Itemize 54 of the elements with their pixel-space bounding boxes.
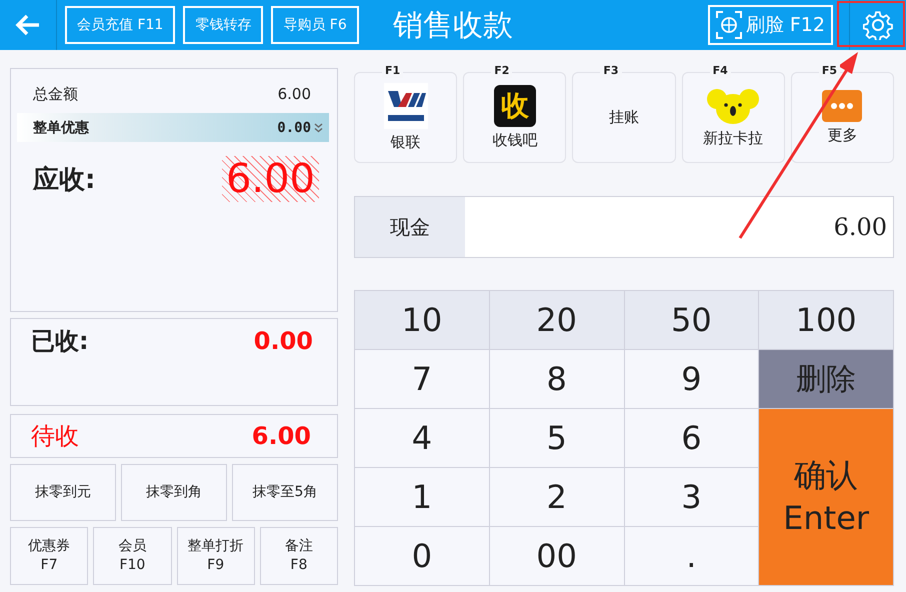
keypad-key[interactable]: 9 — [624, 350, 760, 409]
pending-label: 待收 — [31, 421, 79, 452]
app-logo-icon: 收 — [494, 85, 536, 127]
function-button[interactable]: 备注 F8 — [260, 527, 338, 585]
keypad-key[interactable]: 3 — [624, 468, 760, 527]
highlight-box — [837, 1, 905, 47]
total-value: 6.00 — [278, 85, 311, 103]
discount-value: 0.00 — [277, 120, 311, 136]
function-button[interactable]: 会员 F10 — [93, 527, 172, 585]
keypad-key[interactable]: 00 — [490, 527, 624, 586]
keypad-key[interactable]: 0 — [355, 527, 490, 586]
koala-icon — [707, 87, 760, 125]
received-label: 已收: — [31, 326, 89, 357]
quick-amount-key[interactable]: 20 — [490, 291, 624, 350]
payment-method-label: 挂账 — [609, 108, 639, 127]
cash-label: 现金 — [355, 197, 465, 257]
received-value: 0.00 — [254, 327, 313, 355]
rounding-button[interactable]: 抹零到元 — [10, 464, 116, 521]
delete-button[interactable]: 删除 — [759, 350, 894, 409]
keypad-key[interactable]: 4 — [355, 409, 490, 468]
chevron-down-icon[interactable] — [314, 122, 323, 132]
keypad-key[interactable]: 5 — [490, 409, 624, 468]
keypad-key[interactable]: 7 — [355, 350, 490, 409]
more-icon — [822, 90, 862, 122]
payment-method-label: 收钱吧 — [492, 131, 538, 150]
quick-amount-key[interactable]: 10 — [355, 291, 490, 350]
due-value: 6.00 — [222, 156, 319, 202]
keypad-key[interactable]: . — [624, 527, 760, 586]
function-button[interactable]: 优惠券 F7 — [10, 527, 88, 585]
discount-bar[interactable]: 整单优惠 0.00 — [17, 113, 329, 142]
quick-amount-key[interactable]: 100 — [759, 291, 894, 350]
keypad-key[interactable]: 6 — [624, 409, 760, 468]
payment-method-label: 银联 — [390, 133, 421, 152]
keypad-key[interactable]: 8 — [490, 350, 624, 409]
function-button[interactable]: 整单打折 F9 — [176, 527, 255, 585]
keypad-key[interactable]: 2 — [490, 468, 624, 527]
confirm-button[interactable]: 确认 Enter — [759, 409, 894, 586]
payment-method-label: 更多 — [827, 126, 858, 145]
page-title: 销售收款 — [393, 6, 513, 44]
face-scan-icon — [716, 11, 742, 39]
discount-label: 整单优惠 — [33, 118, 89, 136]
quick-amount-key[interactable]: 50 — [624, 291, 760, 350]
shortcut-key: F5 — [818, 64, 840, 78]
payment-method-label: 新拉卡拉 — [703, 129, 764, 148]
due-label: 应收: — [33, 164, 96, 196]
cash-field[interactable]: 现金 6.00 — [354, 196, 894, 258]
rounding-button[interactable]: 抹零到角 — [121, 464, 227, 521]
settings-icon[interactable] — [863, 10, 893, 40]
pending-value: 6.00 — [252, 422, 311, 450]
keypad-key[interactable]: 1 — [355, 468, 490, 527]
back-arrow-icon[interactable] — [15, 14, 41, 36]
bank-logo-icon — [384, 83, 428, 129]
total-label: 总金额 — [33, 84, 78, 104]
rounding-button[interactable]: 抹零至5角 — [232, 464, 338, 521]
